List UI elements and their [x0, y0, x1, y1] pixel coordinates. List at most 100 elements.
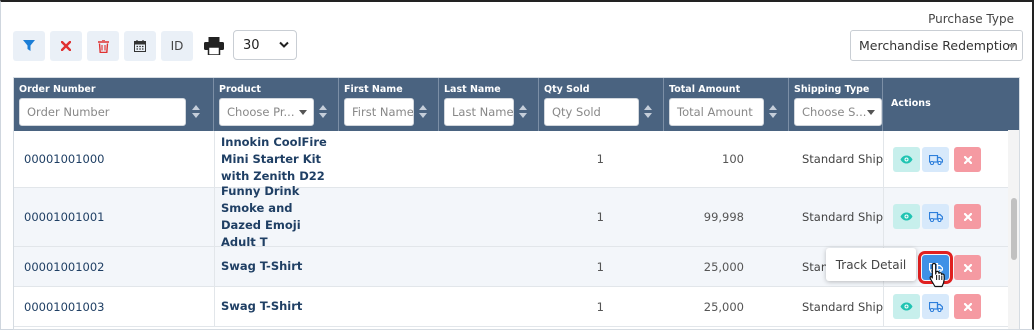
purchase-type-label: Purchase Type — [928, 12, 1014, 26]
column-first-name: First Name First Name — [339, 78, 439, 131]
order-number-cell[interactable]: 00001001001 — [24, 188, 104, 246]
first-name-filter-input[interactable]: First Name — [344, 98, 414, 126]
table-row[interactable]: 00001001000 Innokin CoolFire Mini Starte… — [14, 131, 1019, 188]
column-divider — [214, 188, 215, 246]
column-label: Total Amount — [669, 84, 741, 95]
filter-icon — [23, 40, 35, 51]
product-cell: Innokin CoolFire Mini Starter Kit with Z… — [221, 134, 327, 183]
close-icon — [963, 263, 972, 272]
order-number-cell[interactable]: 00001001000 — [24, 131, 104, 187]
column-label: Qty Sold — [544, 84, 590, 95]
column-divider — [214, 247, 215, 286]
calendar-button[interactable] — [124, 31, 156, 61]
filter-button[interactable] — [13, 31, 45, 61]
product-filter-select[interactable]: Choose Pr... — [219, 98, 314, 126]
orders-table: Order Number Order Number Product Choose… — [13, 77, 1020, 330]
qty-cell: 1 — [596, 259, 604, 274]
last-name-filter-input[interactable]: Last Name — [444, 98, 514, 126]
amount-cell: 25,000 — [703, 259, 744, 274]
product-filter-placeholder: Choose Pr... — [227, 105, 295, 119]
truck-icon — [928, 154, 943, 165]
page-size-select[interactable]: 30 — [233, 30, 297, 60]
calendar-icon — [134, 40, 146, 52]
sort-icon[interactable] — [319, 105, 327, 119]
order-number-cell[interactable]: 00001001003 — [24, 287, 104, 326]
column-order-number: Order Number Order Number — [14, 78, 214, 131]
column-shipping-type: Shipping Type Choose S... — [789, 78, 883, 131]
column-label: First Name — [344, 84, 403, 95]
shipping-cell: Standard Shipping — [802, 210, 884, 224]
amount-cell: 100 — [722, 152, 744, 166]
track-button[interactable] — [922, 147, 949, 172]
shipping-cell: Standard Shipping — [802, 152, 884, 166]
delete-button[interactable] — [87, 31, 119, 61]
print-button[interactable] — [204, 37, 224, 58]
qty-cell: 1 — [596, 210, 604, 224]
column-last-name: Last Name Last Name — [439, 78, 539, 131]
track-button[interactable] — [922, 204, 949, 229]
order-number-cell[interactable]: 00001001002 — [24, 247, 104, 286]
product-cell: Funny Drink Smoke and Dazed Emoji Adult … — [221, 184, 301, 249]
sort-icon[interactable] — [519, 105, 527, 119]
column-label: Shipping Type — [794, 84, 870, 95]
track-button[interactable] — [922, 294, 949, 319]
sort-icon[interactable] — [419, 105, 427, 119]
delete-row-button[interactable] — [954, 255, 981, 280]
shipping-type-filter-select[interactable]: Choose S... — [794, 98, 882, 126]
caret-down-icon — [1008, 44, 1016, 49]
truck-icon — [928, 301, 943, 312]
actions-cell — [893, 188, 1019, 246]
view-button[interactable] — [893, 204, 920, 229]
track-detail-tooltip: Track Detail — [826, 248, 916, 281]
table-header: Order Number Order Number Product Choose… — [14, 78, 1019, 131]
table-row[interactable]: 00001001003 Swag T-Shirt 1 25,000 Standa… — [14, 287, 1019, 327]
truck-icon — [928, 211, 943, 222]
eye-icon — [900, 212, 913, 221]
table-row[interactable]: 00001001001 Funny Drink Smoke and Dazed … — [14, 184, 1019, 249]
column-divider — [214, 131, 215, 187]
amount-cell: 99,998 — [703, 210, 744, 224]
clear-filter-button[interactable] — [50, 31, 82, 61]
caret-down-icon — [867, 110, 875, 115]
purchase-type-select[interactable]: Merchandise Redemption — [850, 30, 1023, 61]
trash-icon — [97, 39, 109, 53]
eye-icon — [900, 155, 913, 164]
column-product: Product Choose Pr... — [214, 78, 339, 131]
close-icon — [963, 302, 972, 311]
column-total-amount: Total Amount Total Amount — [664, 78, 789, 131]
eye-icon — [900, 302, 913, 311]
order-number-filter-input[interactable]: Order Number — [19, 98, 186, 126]
close-icon — [61, 41, 71, 51]
printer-icon — [204, 37, 224, 56]
hand-cursor-icon — [929, 262, 945, 288]
column-label: Order Number — [19, 84, 96, 95]
sort-icon[interactable] — [192, 105, 200, 119]
actions-cell — [893, 131, 1019, 187]
caret-down-icon — [299, 110, 307, 115]
column-divider — [214, 287, 215, 326]
sort-icon[interactable] — [644, 105, 652, 119]
column-label: Actions — [891, 98, 931, 109]
chevron-down-icon — [279, 41, 289, 48]
view-button[interactable] — [893, 147, 920, 172]
column-actions: Actions — [883, 78, 1019, 131]
view-button[interactable] — [893, 294, 920, 319]
actions-cell — [893, 287, 1019, 326]
column-qty-sold: Qty Sold Qty Sold — [539, 78, 664, 131]
qty-cell: 1 — [596, 299, 604, 314]
purchase-type-value: Merchandise Redemption — [859, 38, 1018, 53]
sort-icon[interactable] — [769, 105, 777, 119]
scrollbar-thumb[interactable] — [1011, 198, 1017, 260]
delete-row-button[interactable] — [954, 147, 981, 172]
qty-sold-filter-input[interactable]: Qty Sold — [544, 98, 639, 126]
close-icon — [963, 155, 972, 164]
delete-row-button[interactable] — [954, 294, 981, 319]
product-cell: Swag T-Shirt — [221, 299, 303, 313]
qty-cell: 1 — [596, 152, 604, 166]
page-size-value: 30 — [243, 37, 260, 53]
delete-row-button[interactable] — [954, 204, 981, 229]
shipping-cell: Standard Shipping — [802, 299, 884, 314]
column-label: Product — [219, 84, 261, 95]
id-button[interactable]: ID — [161, 31, 193, 61]
total-amount-filter-input[interactable]: Total Amount — [669, 98, 764, 126]
